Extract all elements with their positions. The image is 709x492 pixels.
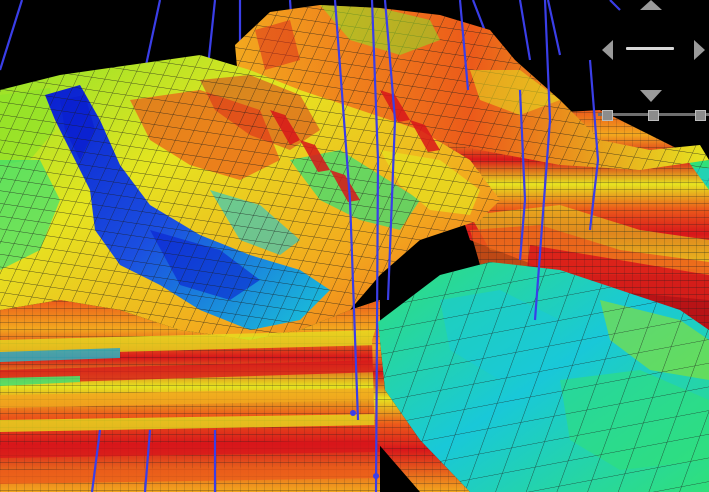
triangle-up-icon[interactable] xyxy=(640,0,662,10)
triangle-right-icon[interactable] xyxy=(694,40,705,60)
view-slider-handle-middle[interactable] xyxy=(648,110,659,121)
view-slider-handle-right[interactable] xyxy=(695,110,706,121)
triangle-left-icon[interactable] xyxy=(602,40,613,60)
3d-reservoir-viewport[interactable] xyxy=(0,0,709,492)
view-slider-handle-left[interactable] xyxy=(602,110,613,121)
triangle-down-icon[interactable] xyxy=(640,90,662,102)
navigation-controls[interactable] xyxy=(598,0,709,125)
zoom-bar-icon[interactable] xyxy=(626,47,674,50)
